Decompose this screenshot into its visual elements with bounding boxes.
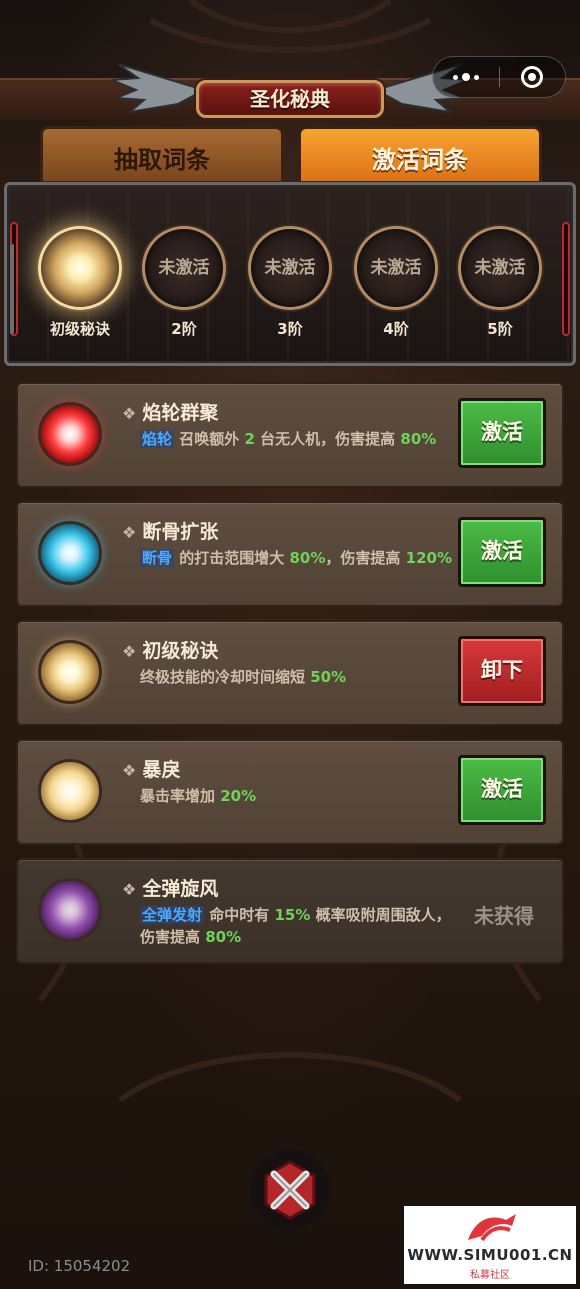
- fury-orb-icon: [38, 759, 102, 823]
- diamond-icon: ❖: [122, 761, 137, 780]
- skill-desc-number: 120%: [405, 549, 452, 567]
- diamond-icon: ❖: [122, 642, 137, 661]
- miniprogram-capsule: [432, 56, 566, 98]
- stage-scroll-thumb[interactable]: [10, 244, 14, 334]
- skill-desc-number: 80%: [400, 430, 437, 448]
- diamond-icon: ❖: [122, 404, 137, 423]
- skill-desc-number: 80%: [289, 549, 326, 567]
- crossed-swords-close-icon[interactable]: [248, 1148, 332, 1232]
- skill-title: ❖ 暴戾: [122, 759, 181, 781]
- skill-description: 断骨 的打击范围增大 80%，伤害提高 120%: [140, 547, 460, 569]
- activate-button[interactable]: 激活: [458, 755, 546, 825]
- user-id: ID: 15054202: [28, 1257, 131, 1275]
- skill-description: 终极技能的冷却时间缩短 50%: [140, 666, 460, 688]
- tab-activate-entries[interactable]: 激活词条: [298, 126, 542, 184]
- skill-keyword: 全弹发射: [140, 906, 205, 924]
- diamond-icon: ❖: [122, 880, 137, 899]
- left-wing-icon: [111, 63, 207, 114]
- tab-draw-entries[interactable]: 抽取词条: [40, 126, 284, 184]
- activate-button[interactable]: 激活: [458, 517, 546, 587]
- page-title: 圣化秘典: [196, 80, 384, 118]
- stage-node-2[interactable]: 未激活: [142, 226, 226, 310]
- skill-card: ❖ 断骨扩张 断骨 的打击范围增大 80%，伤害提高 120% 激活: [16, 501, 564, 607]
- skill-desc-number: 20%: [220, 787, 257, 805]
- skill-desc-text: 台无人机，伤害提高: [260, 430, 396, 448]
- watermark-url: WWW.SIMU001.CN: [407, 1246, 573, 1264]
- stage-label-3: 3阶: [277, 320, 303, 338]
- skill-desc-text: 暴击率增加: [140, 787, 216, 805]
- skill-description: 暴击率增加 20%: [140, 785, 460, 807]
- stage-node-5[interactable]: 未激活: [458, 226, 542, 310]
- diamond-icon: ❖: [122, 523, 137, 542]
- skill-keyword: 断骨: [140, 549, 175, 567]
- flame-orb-icon: [38, 402, 102, 466]
- skill-card: ❖ 全弹旋风 全弹发射 命中时有 15% 概率吸附周围敌人，伤害提高 80% 未获…: [16, 858, 564, 964]
- skill-desc-text: 的打击范围增大: [179, 549, 285, 567]
- skill-desc-number: 2: [244, 430, 255, 448]
- stage-label-5: 5阶: [487, 320, 513, 338]
- stage-label-4: 4阶: [383, 320, 409, 338]
- skill-card: ❖ 初级秘诀 终极技能的冷却时间缩短 50% 卸下: [16, 620, 564, 726]
- skill-desc-number: 15%: [274, 906, 311, 924]
- stage-node-3[interactable]: 未激活: [248, 226, 332, 310]
- skill-card: ❖ 焰轮群聚 焰轮 召唤额外 2 台无人机，伤害提高 80% 激活: [16, 382, 564, 488]
- skill-title: ❖ 断骨扩张: [122, 521, 219, 543]
- whirlwind-orb-icon: [38, 878, 102, 942]
- target-close-icon[interactable]: [500, 57, 566, 97]
- stage-node-4[interactable]: 未激活: [354, 226, 438, 310]
- skill-desc-number: 50%: [310, 668, 347, 686]
- skill-title: ❖ 全弹旋风: [122, 878, 219, 900]
- stage-scroll-right: [562, 222, 570, 336]
- skill-desc-text: ，伤害提高: [325, 549, 401, 567]
- stage-node-1[interactable]: [38, 226, 122, 310]
- bone-orb-icon: [38, 521, 102, 585]
- skill-description: 焰轮 召唤额外 2 台无人机，伤害提高 80%: [140, 428, 460, 450]
- skill-desc-text: 终极技能的冷却时间缩短: [140, 668, 306, 686]
- secret-orb-icon: [38, 640, 102, 704]
- skill-desc-number: 80%: [205, 928, 242, 946]
- skill-title: ❖ 初级秘诀: [122, 640, 219, 662]
- watermark: WWW.SIMU001.CN 私募社区: [404, 1206, 576, 1284]
- stage-label-1: 初级秘诀: [49, 320, 110, 338]
- watermark-logo-icon: [468, 1214, 516, 1242]
- unequip-button[interactable]: 卸下: [458, 636, 546, 706]
- more-dots-icon[interactable]: [433, 57, 499, 97]
- not-obtained-status: 未获得: [474, 904, 534, 928]
- watermark-subtitle: 私募社区: [470, 1270, 510, 1281]
- skill-title: ❖ 焰轮群聚: [122, 402, 219, 424]
- stage-label-2: 2阶: [171, 320, 197, 338]
- skill-keyword: 焰轮: [140, 430, 175, 448]
- skill-desc-text: 召唤额外: [179, 430, 240, 448]
- skill-card: ❖ 暴戾 暴击率增加 20% 激活: [16, 739, 564, 845]
- skill-desc-text: 命中时有: [209, 906, 270, 924]
- activate-button[interactable]: 激活: [458, 398, 546, 468]
- skill-description: 全弹发射 命中时有 15% 概率吸附周围敌人，伤害提高 80%: [140, 904, 460, 948]
